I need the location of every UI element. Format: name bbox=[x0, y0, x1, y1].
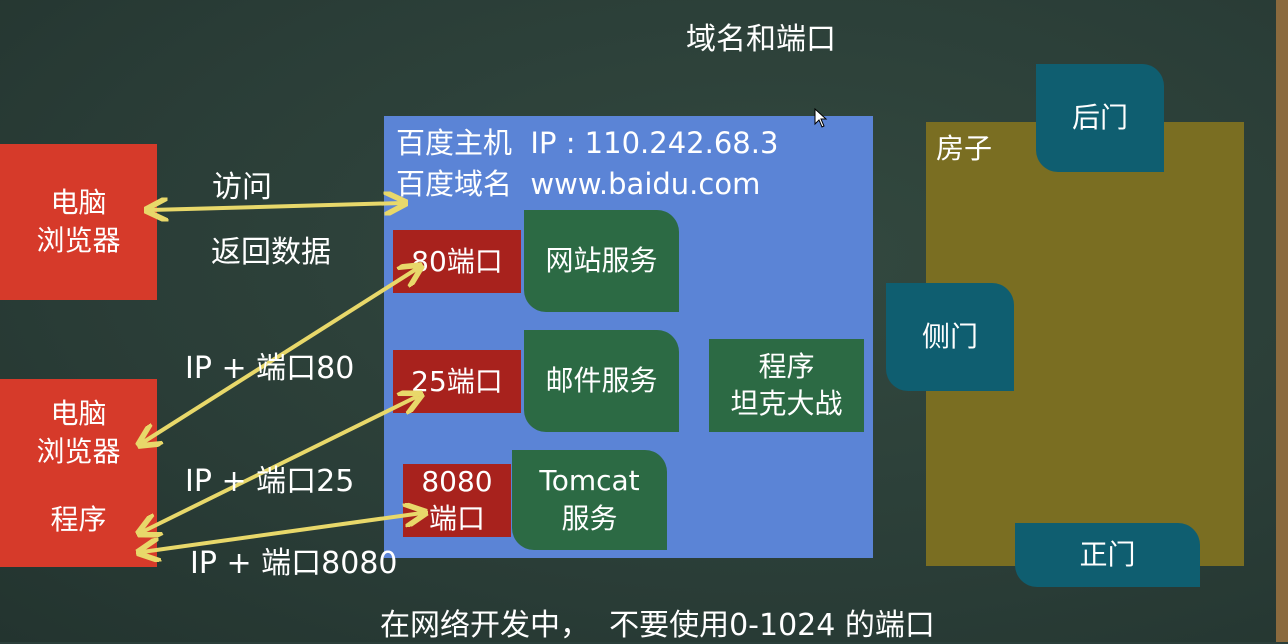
arrow-label-return: 返回数据 bbox=[211, 235, 331, 270]
arrow-label-port-25: IP + 端口25 bbox=[185, 464, 355, 499]
arrow-label-port-8080: IP + 端口8080 bbox=[190, 546, 398, 581]
arrow-label-visit: 访问 bbox=[212, 170, 272, 205]
arrow-visit bbox=[150, 203, 402, 210]
arrow-label-port-80: IP + 端口80 bbox=[185, 351, 355, 386]
footer-note: 在网络开发中， 不要使用0-1024 的端口 bbox=[380, 608, 935, 643]
mouse-cursor-icon bbox=[814, 108, 828, 128]
